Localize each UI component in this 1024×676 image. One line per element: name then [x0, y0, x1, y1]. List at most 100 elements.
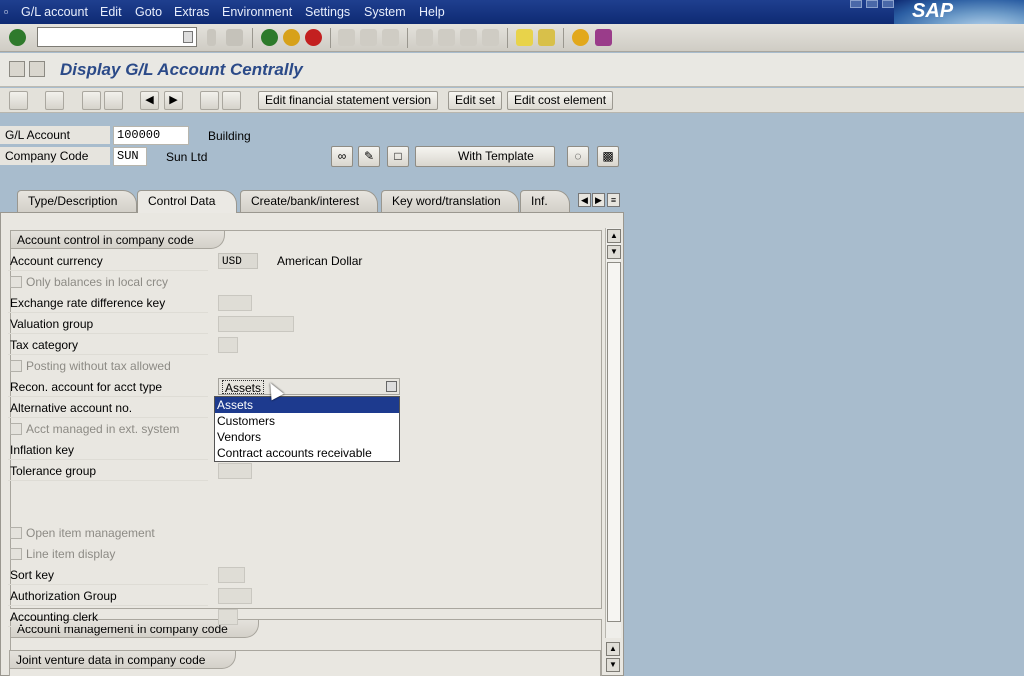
posting-without-tax-checkbox[interactable]: Posting without tax allowed: [8, 356, 208, 376]
menu-goto[interactable]: Goto: [135, 5, 162, 19]
edit-cost-element-button[interactable]: Edit cost element: [507, 91, 614, 110]
where-used-icon[interactable]: [45, 91, 64, 110]
menu-bar: ▫ G/L account Edit Goto Extras Environme…: [0, 0, 1024, 24]
recon-account-select[interactable]: Assets: [218, 378, 400, 395]
help-icon[interactable]: [572, 29, 589, 46]
edit-set-button[interactable]: Edit set: [448, 91, 503, 110]
checkbox-icon: [10, 275, 22, 288]
valuation-group-field: [218, 316, 294, 332]
pencil-edit-icon[interactable]: ✎: [358, 146, 380, 167]
acct-managed-ext-checkbox[interactable]: Acct managed in ext. system: [8, 419, 208, 439]
tab-type-description[interactable]: Type/Description: [17, 190, 137, 212]
previous-arrow-icon[interactable]: ◀: [140, 91, 159, 110]
back-icon[interactable]: [261, 29, 278, 46]
sort-key-label: Sort key: [8, 565, 208, 585]
company-code-input[interactable]: SUN: [113, 147, 147, 166]
hierarchy-icon[interactable]: [9, 91, 28, 110]
account-currency-description: American Dollar: [277, 254, 363, 268]
valuation-group-label: Valuation group: [8, 314, 208, 334]
command-dropdown-icon[interactable]: [183, 31, 193, 43]
lower-scroll-down-icon[interactable]: ▼: [606, 658, 620, 672]
tolerance-group-label: Tolerance group: [8, 461, 208, 481]
layout-menu-icon[interactable]: [595, 29, 612, 46]
application-toolbar: ◀ ▶ Edit financial statement version Edi…: [0, 88, 1024, 113]
tab-control-data[interactable]: Control Data: [137, 190, 237, 213]
glasses-display-icon[interactable]: ∞: [331, 146, 353, 167]
with-template-button[interactable]: With Template: [415, 146, 555, 167]
menu-edit[interactable]: Edit: [100, 5, 122, 19]
scroll-up-icon[interactable]: ▲: [607, 229, 621, 243]
exit-icon[interactable]: [283, 29, 300, 46]
next-arrow-icon[interactable]: ▶: [164, 91, 183, 110]
gl-account-input[interactable]: 100000: [113, 126, 189, 145]
other-object-icon[interactable]: [29, 61, 45, 77]
create-session-icon[interactable]: [516, 29, 533, 46]
company-code-label: Company Code: [0, 147, 110, 165]
dropdown-option-assets[interactable]: Assets: [215, 397, 399, 413]
minimize-window-icon[interactable]: [850, 0, 862, 8]
enter-checkmark-icon[interactable]: [9, 29, 26, 46]
line-item-label: Line item display: [26, 547, 116, 561]
menu-settings[interactable]: Settings: [305, 5, 350, 19]
lower-scroll-up-icon[interactable]: ▲: [606, 642, 620, 656]
menu-system[interactable]: System: [364, 5, 406, 19]
collapse-arrow-icon[interactable]: [207, 29, 216, 46]
tab-information[interactable]: Inf.: [520, 190, 570, 212]
checkbox-icon: [10, 359, 22, 372]
joint-venture-group: Joint venture data in company code: [9, 650, 601, 676]
save-icon[interactable]: [226, 29, 243, 46]
menu-gl-account[interactable]: G/L account: [21, 5, 88, 19]
only-balances-checkbox[interactable]: Only balances in local crcy: [8, 272, 208, 292]
command-field[interactable]: [37, 27, 197, 47]
menu-toggle-icon[interactable]: ▫: [4, 5, 8, 19]
gl-account-description: Building: [208, 129, 251, 143]
previous-page-icon[interactable]: [438, 29, 455, 46]
find-next-icon[interactable]: [382, 29, 399, 46]
alternative-account-label: Alternative account no.: [8, 398, 208, 418]
display-change-icon[interactable]: [9, 61, 25, 77]
menu-help[interactable]: Help: [419, 5, 445, 19]
block-icon[interactable]: [200, 91, 219, 110]
next-page-icon[interactable]: [460, 29, 477, 46]
shortcut-icon[interactable]: [538, 29, 555, 46]
tab-create-bank-interest[interactable]: Create/bank/interest: [240, 190, 378, 212]
tab-scroll-right-icon[interactable]: ▶: [592, 193, 605, 207]
vertical-scrollbar[interactable]: ▲ ▼: [605, 228, 621, 638]
line-item-checkbox[interactable]: Line item display: [8, 544, 208, 564]
page-title: Display G/L Account Centrally: [60, 60, 303, 79]
scroll-down-icon[interactable]: ▼: [607, 245, 621, 259]
document-icon[interactable]: [82, 91, 101, 110]
menu-environment[interactable]: Environment: [222, 5, 292, 19]
system-toolbar: [0, 24, 1024, 52]
dropdown-arrow-icon[interactable]: [386, 381, 397, 392]
create-document-icon[interactable]: □: [387, 146, 409, 167]
dropdown-option-vendors[interactable]: Vendors: [215, 429, 399, 445]
dropdown-option-customers[interactable]: Customers: [215, 413, 399, 429]
open-item-checkbox[interactable]: Open item management: [8, 523, 208, 543]
tab-list-icon[interactable]: ≡: [607, 193, 620, 207]
delete-flag-icon[interactable]: [222, 91, 241, 110]
recon-account-dropdown-list: Assets Customers Vendors Contract accoun…: [214, 396, 400, 462]
tab-key-word-translation[interactable]: Key word/translation: [381, 190, 519, 212]
first-page-icon[interactable]: [416, 29, 433, 46]
cancel-icon[interactable]: [305, 29, 322, 46]
change-document-icon[interactable]: [104, 91, 123, 110]
dropdown-option-contract-accounts[interactable]: Contract accounts receivable: [215, 445, 399, 461]
tax-category-field: [218, 337, 238, 353]
lock-icon[interactable]: ◌: [567, 146, 589, 167]
scrollbar-thumb[interactable]: [607, 262, 621, 622]
company-code-description: Sun Ltd: [166, 150, 208, 164]
edit-fs-version-button[interactable]: Edit financial statement version: [258, 91, 439, 110]
exchange-rate-key-field: [218, 295, 252, 311]
recon-account-label: Recon. account for acct type: [8, 377, 208, 397]
trash-delete-icon[interactable]: ▩: [597, 146, 619, 167]
last-page-icon[interactable]: [482, 29, 499, 46]
gl-account-label: G/L Account: [0, 126, 110, 144]
maximize-window-icon[interactable]: [866, 0, 878, 8]
menu-extras[interactable]: Extras: [174, 5, 209, 19]
tab-scroll-left-icon[interactable]: ◀: [578, 193, 591, 207]
exchange-rate-key-label: Exchange rate difference key: [8, 293, 208, 313]
print-icon[interactable]: [338, 29, 355, 46]
find-icon[interactable]: [360, 29, 377, 46]
close-window-icon[interactable]: [882, 0, 894, 8]
